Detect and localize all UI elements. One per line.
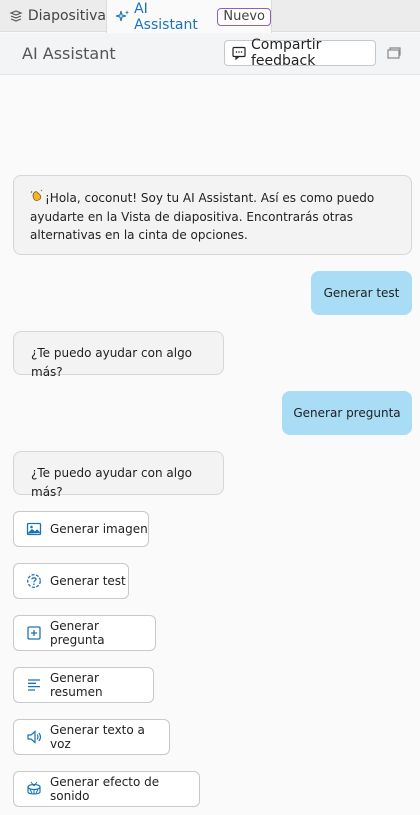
generate-question-button[interactable]: Generar pregunta — [13, 615, 156, 651]
add-question-icon — [26, 625, 42, 641]
generate-sound-effect-button[interactable]: Generar efecto de sonido — [13, 771, 200, 807]
greeting-text: ¡Hola, coconut! Soy tu AI Assistant. Así… — [30, 191, 375, 242]
panel-header: AI Assistant Compartir feedback — [0, 33, 420, 75]
feedback-icon — [231, 45, 247, 61]
tab-ai-assistant-label: AI Assistant — [134, 0, 198, 33]
assistant-message-text: ¿Te puedo ayudar con algo más? — [31, 346, 193, 379]
user-message-text: Generar pregunta — [293, 406, 401, 420]
generate-summary-label: Generar resumen — [50, 671, 103, 699]
slides-icon — [8, 8, 24, 24]
user-message-text: Generar test — [323, 286, 400, 300]
generate-image-label: Generar imagen — [50, 522, 148, 536]
generate-sound-effect-label: Generar efecto de sonido — [50, 775, 160, 803]
new-badge: Nuevo — [217, 7, 271, 26]
share-feedback-label: Compartir feedback — [251, 37, 322, 69]
waving-hand-icon — [30, 189, 45, 208]
assistant-message: ¿Te puedo ayudar con algo más? — [13, 331, 224, 379]
drum-icon — [26, 781, 42, 797]
restore-window-icon[interactable] — [387, 46, 401, 60]
generate-image-button[interactable]: Generar imagen — [13, 511, 149, 547]
panel-title: AI Assistant — [22, 44, 116, 63]
user-message: Generar test — [311, 271, 412, 315]
generate-test-button[interactable]: Generar test — [13, 563, 129, 599]
greeting-message: ¡Hola, coconut! Soy tu AI Assistant. Así… — [13, 175, 412, 255]
assistant-message-text: ¿Te puedo ayudar con algo más? — [31, 466, 193, 499]
summary-icon — [26, 677, 42, 693]
assistant-message: ¿Te puedo ayudar con algo más? — [13, 451, 224, 499]
image-icon — [26, 521, 42, 537]
generate-summary-button[interactable]: Generar resumen — [13, 667, 154, 703]
tab-ai-assistant[interactable]: AI Assistant Nuevo — [106, 0, 272, 33]
quiz-icon — [26, 573, 42, 589]
share-feedback-button[interactable]: Compartir feedback — [224, 37, 376, 69]
tab-diapositiva-label: Diapositiva — [27, 8, 106, 24]
sparkle-icon — [115, 9, 130, 25]
speaker-icon — [26, 729, 42, 745]
generate-test-label: Generar test — [50, 574, 126, 588]
generate-text-to-speech-label: Generar texto a voz — [50, 723, 145, 751]
generate-text-to-speech-button[interactable]: Generar texto a voz — [13, 719, 170, 755]
tab-bar: Diapositiva AI Assistant Nuevo — [0, 0, 420, 33]
user-message: Generar pregunta — [282, 391, 412, 435]
tab-diapositiva[interactable]: Diapositiva — [0, 0, 106, 32]
generate-question-label: Generar pregunta — [50, 619, 105, 647]
